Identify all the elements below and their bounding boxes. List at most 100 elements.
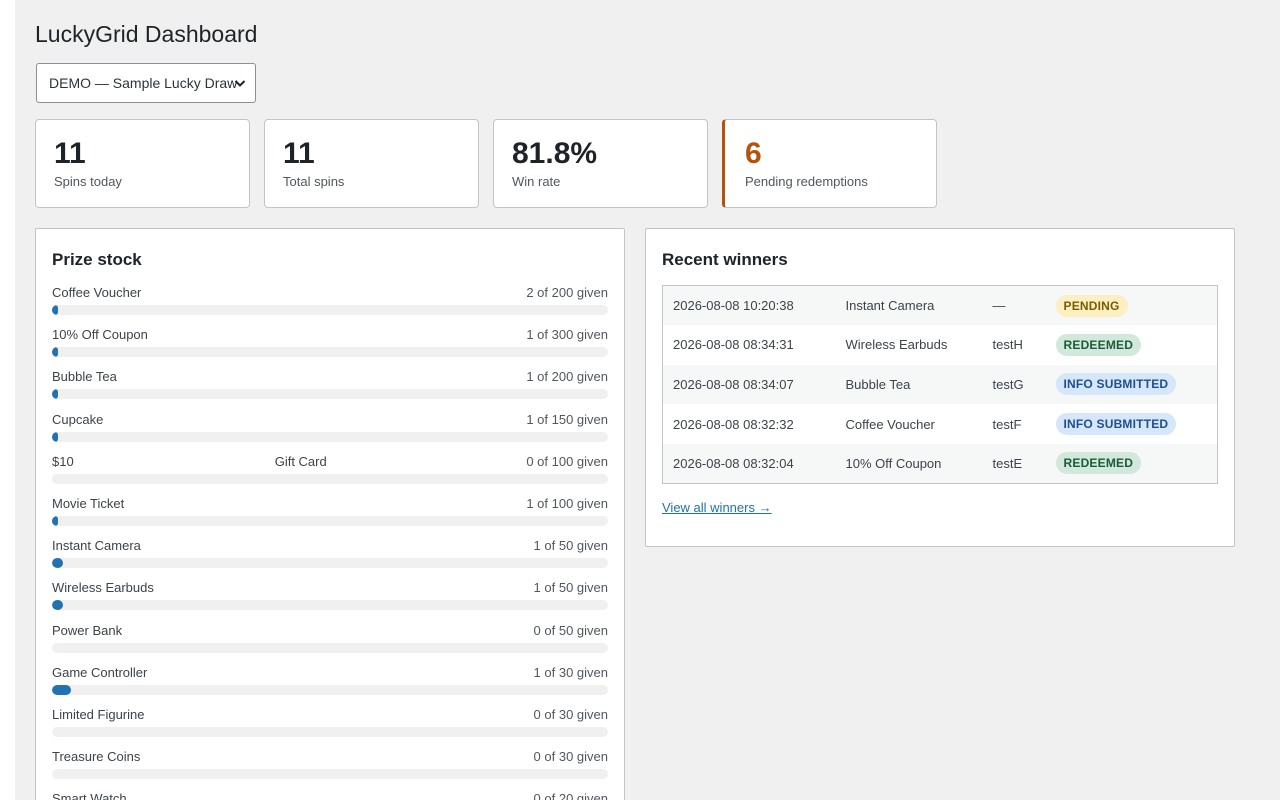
winner-date: 2026-08-08 08:34:07 [673, 376, 794, 392]
table-row: 2026-08-08 08:32:32 Coffee Voucher testF IN… [662, 404, 1218, 444]
stock-progress-fill [52, 558, 64, 569]
prize-name: 10% Off Coupon [52, 327, 148, 343]
prize-count: 0 of 30 given [533, 706, 608, 722]
prize-count: 1 of 150 given [526, 411, 608, 427]
stat-label: Spins today [54, 174, 122, 189]
winner-status-cell: INFO SUBMITTED [1046, 404, 1218, 444]
stat-card-win-rate: 81.8% Win rate [493, 119, 708, 208]
stock-progress-bar [52, 726, 608, 737]
stat-value: 11 [54, 137, 86, 170]
prize-count: 1 of 50 given [533, 538, 608, 554]
prize-count: 0 of 50 given [533, 622, 608, 638]
prize-name: Game Controller [52, 665, 147, 681]
stock-progress-bar [52, 305, 608, 315]
table-row: 2026-08-08 08:34:31 Wireless Earbuds testH… [662, 325, 1218, 365]
stock-progress-fill [52, 347, 58, 358]
winner-prize: Coffee Voucher [845, 416, 935, 432]
prize-count: 1 of 100 given [526, 495, 608, 511]
stat-label: Pending redemptions [745, 174, 868, 189]
prize-row: Cupcake 1 of 150 given [52, 412, 608, 454]
prize-row: Smart Watch 0 of 20 given [52, 791, 608, 800]
stock-progress-fill [52, 431, 58, 442]
prize-name: Power Bank [52, 623, 122, 639]
prize-count: 1 of 30 given [533, 664, 608, 680]
stock-progress-bar [52, 600, 608, 611]
prize-name: Treasure Coins [52, 749, 140, 765]
status-badge: PENDING [1055, 294, 1128, 317]
prize-name: Movie Ticket [52, 496, 124, 512]
winner-prize: Bubble Tea [845, 376, 911, 392]
prize-name-text: Cupcake [52, 411, 104, 427]
prize-row: Movie Ticket 1 of 100 given [52, 496, 608, 538]
winner-status-cell: REDEEMED [1046, 444, 1218, 484]
winner-user: testG [992, 376, 1024, 392]
stock-progress-fill [52, 389, 58, 400]
stat-value: 6 [745, 137, 762, 170]
prize-count: 0 of 100 given [526, 453, 608, 469]
table-row: 2026-08-08 10:20:38 Instant Camera — PENDIN… [662, 285, 1218, 326]
stat-card-total-spins: 11 Total spins [264, 119, 479, 208]
stock-progress-bar [52, 473, 608, 484]
prize-name-text: Treasure Coins [52, 749, 141, 765]
prize-count: 0 of 30 given [533, 749, 608, 765]
prize-name-text: Instant Camera [52, 538, 141, 554]
prize-count: 1 of 200 given [526, 369, 608, 385]
prize-row: Limited Figurine 0 of 30 given [52, 707, 608, 749]
table-row: 2026-08-08 08:32:04 10% Off Coupon testE RE… [662, 443, 1218, 484]
prize-list: Coffee Voucher 2 of 200 given 10% Off Coup… [52, 285, 608, 800]
stat-card-spins-today: 11 Spins today [35, 119, 250, 208]
prize-name: Coffee Voucher [52, 285, 141, 301]
winner-status-cell: INFO SUBMITTED [1046, 365, 1218, 405]
winners-table: 2026-08-08 10:20:38 Instant Camera — PENDIN… [662, 285, 1218, 484]
prize-name-text: Bubble Tea [52, 369, 117, 385]
prize-name-text: Limited Figurine [52, 706, 145, 722]
prize-row: Game Controller 1 of 30 given [52, 665, 608, 707]
stat-card-pending-redemptions: 6 Pending redemptions [722, 119, 937, 208]
winner-prize: Instant Camera [845, 298, 935, 314]
prize-count: 0 of 20 given [533, 791, 608, 800]
prize-row: 10% Off Coupon 1 of 300 given [52, 327, 608, 369]
prize-stock-panel: Prize stock Coffee Voucher 2 of 200 given… [35, 228, 625, 800]
winner-prize: 10% Off Coupon [845, 455, 942, 471]
stock-progress-bar [52, 769, 608, 780]
prize-name-text: $10 [52, 453, 74, 469]
table-row: 2026-08-08 08:34:07 Bubble Tea testG INFO S… [662, 364, 1218, 405]
stock-progress-bar [52, 347, 608, 358]
admin-sidebar-edge [0, 0, 15, 800]
winner-status-cell: PENDING [1046, 286, 1218, 326]
prize-name: Smart Watch [52, 791, 127, 800]
status-badge: REDEEMED [1055, 333, 1142, 356]
stock-progress-bar [52, 515, 608, 526]
prize-count: 2 of 200 given [526, 285, 608, 300]
recent-winners-title: Recent winners [662, 250, 788, 269]
stock-progress-bar [52, 389, 608, 400]
winner-date: 2026-08-08 08:34:31 [673, 337, 794, 353]
status-badge: INFO SUBMITTED [1055, 413, 1177, 436]
stock-progress-fill [52, 600, 64, 611]
prize-name-text: Smart Watch [52, 791, 127, 800]
prize-name: Limited Figurine [52, 707, 145, 723]
prize-name: Instant Camera [52, 538, 141, 554]
prize-name-text: 10% Off Coupon [52, 327, 148, 343]
status-badge: INFO SUBMITTED [1055, 373, 1177, 396]
prize-row: Bubble Tea 1 of 200 given [52, 369, 608, 411]
stock-progress-bar [52, 431, 608, 442]
view-all-winners-link[interactable]: View all winners → [662, 500, 772, 515]
chevron-down-icon [234, 80, 246, 87]
prize-name-text: Movie Ticket [52, 495, 125, 511]
winner-date: 2026-08-08 08:32:32 [673, 416, 794, 432]
prize-row: Wireless Earbuds 1 of 50 given [52, 580, 608, 622]
winner-user: testE [992, 455, 1023, 471]
prize-name: $10 Gift Card [52, 454, 327, 470]
winner-user: testF [992, 416, 1022, 432]
winner-date: 2026-08-08 08:32:04 [673, 455, 794, 471]
stock-progress-bar [52, 558, 608, 569]
campaign-select[interactable]: DEMO — Sample Lucky Draw [36, 63, 256, 103]
stock-progress-fill [52, 684, 71, 695]
prize-name-text: Power Bank [52, 622, 123, 638]
stat-value: 11 [283, 137, 315, 170]
winner-date: 2026-08-08 10:20:38 [673, 298, 794, 314]
status-badge: REDEEMED [1055, 452, 1142, 475]
winner-user: — [992, 298, 1006, 314]
campaign-select-value: DEMO — Sample Lucky Draw [49, 75, 238, 91]
